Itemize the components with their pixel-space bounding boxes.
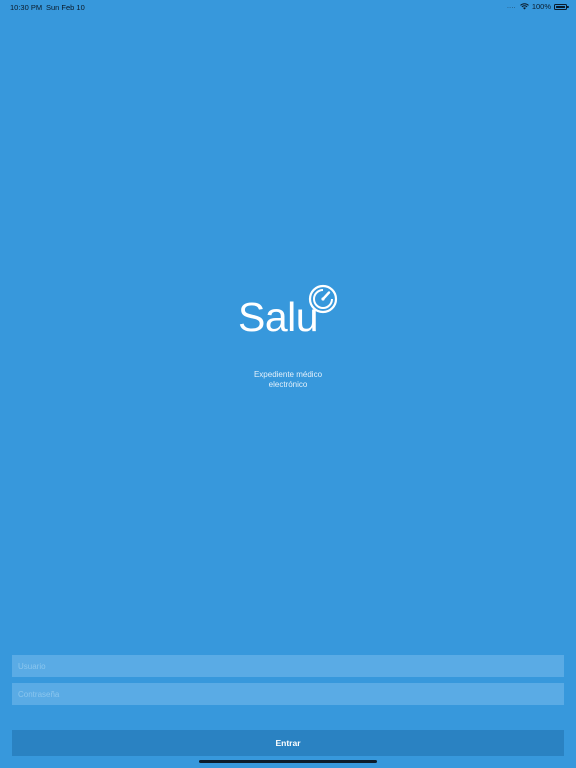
app-logo: Salu xyxy=(238,284,348,344)
signal-dots-icon: .... xyxy=(507,3,516,10)
gauge-circle-icon xyxy=(308,284,338,314)
password-field[interactable] xyxy=(12,683,564,705)
status-bar: 10:30 PM Sun Feb 10 .... 100% xyxy=(0,0,576,14)
wifi-icon xyxy=(519,3,529,10)
tagline-line-1: Expediente médico xyxy=(253,370,323,379)
app-tagline: Expediente médico electrónico xyxy=(0,370,576,390)
status-date: Sun Feb 10 xyxy=(46,3,85,12)
login-button[interactable]: Entrar xyxy=(12,730,564,756)
battery-icon xyxy=(554,3,569,10)
home-indicator[interactable] xyxy=(199,760,377,763)
battery-level-fill xyxy=(556,5,565,8)
status-time: 10:30 PM xyxy=(10,3,43,12)
battery-percent: 100% xyxy=(531,2,551,11)
username-field[interactable] xyxy=(12,655,564,677)
status-indicators: .... 100% xyxy=(507,2,569,11)
tagline-line-2: electrónico xyxy=(268,380,308,389)
app-name: Salu xyxy=(238,294,319,340)
